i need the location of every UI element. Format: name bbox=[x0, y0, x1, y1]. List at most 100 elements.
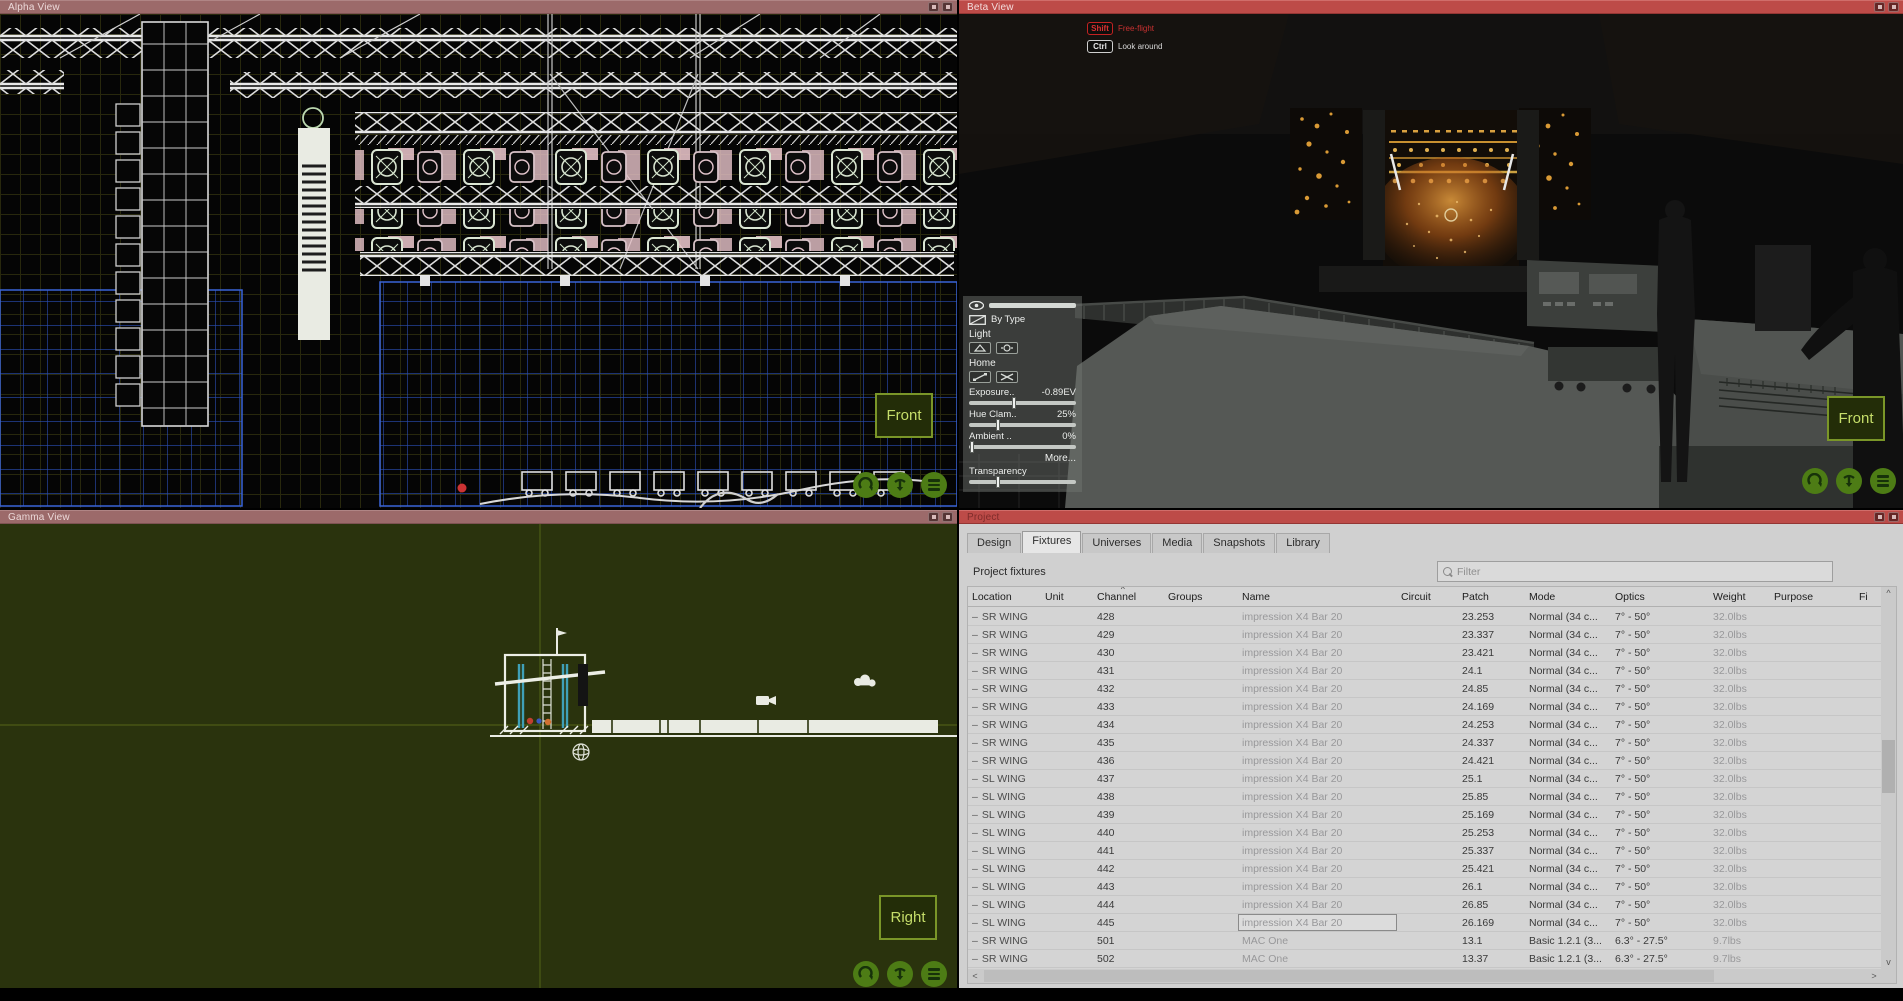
beta-menu-button[interactable] bbox=[1870, 468, 1896, 494]
horizontal-scrollbar[interactable]: < > bbox=[968, 969, 1881, 983]
ambient-slider[interactable] bbox=[969, 445, 1076, 449]
table-row[interactable]: –SR WING435impression X4 Bar 2024.337Nor… bbox=[968, 734, 1881, 752]
table-row[interactable]: –SL WING445impression X4 Bar 2026.169Nor… bbox=[968, 914, 1881, 932]
alpha-canvas[interactable]: Front bbox=[0, 14, 957, 508]
keyhint-free-flight: ShiftFree-flight bbox=[1087, 22, 1162, 35]
scroll-right-icon[interactable]: > bbox=[1867, 969, 1881, 983]
gamma-titlebar[interactable]: Gamma View bbox=[0, 510, 957, 524]
table-row[interactable]: –SL WING440impression X4 Bar 2025.253Nor… bbox=[968, 824, 1881, 842]
table-row[interactable]: –SR WING429impression X4 Bar 2023.337Nor… bbox=[968, 626, 1881, 644]
more-link[interactable]: More... bbox=[969, 453, 1076, 464]
row-collapse-dash: – bbox=[972, 629, 978, 641]
vertical-scrollbar[interactable]: ^ v bbox=[1881, 587, 1896, 969]
alpha-maximize-button[interactable] bbox=[928, 2, 939, 12]
alpha-orbit-button[interactable] bbox=[853, 472, 879, 498]
table-row[interactable]: –SR WING432impression X4 Bar 2024.85Norm… bbox=[968, 680, 1881, 698]
tab-universes[interactable]: Universes bbox=[1082, 533, 1151, 553]
gamma-canvas[interactable]: Right bbox=[0, 524, 957, 988]
alpha-close-button[interactable] bbox=[942, 2, 953, 12]
row-collapse-dash: – bbox=[972, 755, 978, 767]
beta-canvas[interactable]: ShiftFree-flightCtrlLook around By Type … bbox=[959, 14, 1903, 508]
table-row[interactable]: –SL WING442impression X4 Bar 2025.421Nor… bbox=[968, 860, 1881, 878]
beta-pan-button[interactable] bbox=[1836, 468, 1862, 494]
column-header-unit[interactable]: Unit bbox=[1041, 587, 1093, 606]
transparency-slider[interactable] bbox=[969, 480, 1076, 484]
row-collapse-dash: – bbox=[972, 953, 978, 965]
project-titlebar[interactable]: Project bbox=[959, 510, 1903, 524]
table-row[interactable]: –SR WING428impression X4 Bar 2023.253Nor… bbox=[968, 608, 1881, 626]
exposure-value: -0.89EV bbox=[1042, 387, 1076, 398]
column-header-purpose[interactable]: Purpose bbox=[1770, 587, 1855, 606]
filter-input[interactable] bbox=[1457, 566, 1827, 578]
gamma-orbit-button[interactable] bbox=[853, 961, 879, 987]
by-type-label[interactable]: By Type bbox=[991, 314, 1025, 325]
table-row[interactable]: –SR WING501MAC One13.1Basic 1.2.1 (3...6… bbox=[968, 932, 1881, 950]
table-row[interactable]: –SL WING438impression X4 Bar 2025.85Norm… bbox=[968, 788, 1881, 806]
table-row[interactable]: –SR WING433impression X4 Bar 2024.169Nor… bbox=[968, 698, 1881, 716]
beta-maximize-button[interactable] bbox=[1874, 2, 1885, 12]
row-collapse-dash: – bbox=[972, 791, 978, 803]
row-collapse-dash: – bbox=[972, 935, 978, 947]
hue-clamp-slider[interactable] bbox=[969, 423, 1076, 427]
bottom-bar bbox=[0, 988, 1903, 1001]
home-crossing-button[interactable] bbox=[996, 371, 1018, 383]
alpha-titlebar[interactable]: Alpha View bbox=[0, 0, 957, 14]
tab-snapshots[interactable]: Snapshots bbox=[1203, 533, 1275, 553]
column-header-name[interactable]: Name bbox=[1238, 587, 1397, 606]
exposure-slider[interactable] bbox=[969, 401, 1076, 405]
row-collapse-dash: – bbox=[972, 647, 978, 659]
column-header-groups[interactable]: Groups bbox=[1164, 587, 1238, 606]
table-row[interactable]: –SL WING441impression X4 Bar 2025.337Nor… bbox=[968, 842, 1881, 860]
beta-orbit-button[interactable] bbox=[1802, 468, 1828, 494]
light-halo-button[interactable] bbox=[996, 342, 1018, 354]
visibility-slider[interactable] bbox=[989, 303, 1076, 308]
vscroll-thumb[interactable] bbox=[1882, 740, 1895, 793]
table-row[interactable]: –SL WING439impression X4 Bar 2025.169Nor… bbox=[968, 806, 1881, 824]
light-beams-button[interactable] bbox=[969, 342, 991, 354]
row-collapse-dash: – bbox=[972, 683, 978, 695]
gamma-view-orientation-label: Right bbox=[879, 895, 937, 940]
home-position-button[interactable] bbox=[969, 371, 991, 383]
gamma-close-button[interactable] bbox=[942, 512, 953, 522]
beta-titlebar[interactable]: Beta View bbox=[959, 0, 1903, 14]
table-row[interactable]: –SR WING431impression X4 Bar 2024.1Norma… bbox=[968, 662, 1881, 680]
tab-library[interactable]: Library bbox=[1276, 533, 1330, 553]
gamma-pan-button[interactable] bbox=[887, 961, 913, 987]
column-header-circuit[interactable]: Circuit bbox=[1397, 587, 1458, 606]
column-header-channel[interactable]: Channel^ bbox=[1093, 587, 1164, 606]
table-row[interactable]: –SL WING443impression X4 Bar 2026.1Norma… bbox=[968, 878, 1881, 896]
table-row[interactable]: –SR WING436impression X4 Bar 2024.421Nor… bbox=[968, 752, 1881, 770]
column-header-mode[interactable]: Mode bbox=[1525, 587, 1611, 606]
tab-design[interactable]: Design bbox=[967, 533, 1021, 553]
row-collapse-dash: – bbox=[972, 809, 978, 821]
scroll-left-icon[interactable]: < bbox=[968, 969, 982, 983]
column-header-patch[interactable]: Patch bbox=[1458, 587, 1525, 606]
tab-fixtures[interactable]: Fixtures bbox=[1022, 531, 1081, 553]
filter-box bbox=[1437, 561, 1833, 582]
scroll-down-icon[interactable]: v bbox=[1881, 956, 1896, 969]
column-header-location[interactable]: Location bbox=[968, 587, 1041, 606]
table-row[interactable]: –SR WING430impression X4 Bar 2023.421Nor… bbox=[968, 644, 1881, 662]
alpha-view-orientation-label: Front bbox=[875, 393, 933, 438]
orbit-icon bbox=[858, 966, 874, 982]
alpha-pan-button[interactable] bbox=[887, 472, 913, 498]
fixtures-table-header[interactable]: LocationUnitChannel^GroupsNameCircuitPat… bbox=[968, 587, 1881, 607]
column-header-optics[interactable]: Optics bbox=[1611, 587, 1709, 606]
beta-close-button[interactable] bbox=[1888, 2, 1899, 12]
gamma-maximize-button[interactable] bbox=[928, 512, 939, 522]
gamma-menu-button[interactable] bbox=[921, 961, 947, 987]
project-close-button[interactable] bbox=[1888, 512, 1899, 522]
hue-clamp-value: 25% bbox=[1057, 409, 1076, 420]
tab-media[interactable]: Media bbox=[1152, 533, 1202, 553]
row-collapse-dash: – bbox=[972, 881, 978, 893]
table-row[interactable]: –SL WING437impression X4 Bar 2025.1Norma… bbox=[968, 770, 1881, 788]
table-row[interactable]: –SR WING434impression X4 Bar 2024.253Nor… bbox=[968, 716, 1881, 734]
table-row[interactable]: –SR WING502MAC One13.37Basic 1.2.1 (3...… bbox=[968, 950, 1881, 968]
scroll-up-icon[interactable]: ^ bbox=[1881, 587, 1896, 600]
column-header-fi[interactable]: Fi bbox=[1855, 587, 1881, 606]
alpha-menu-button[interactable] bbox=[921, 472, 947, 498]
hscroll-thumb[interactable] bbox=[984, 970, 1714, 982]
project-maximize-button[interactable] bbox=[1874, 512, 1885, 522]
column-header-weight[interactable]: Weight bbox=[1709, 587, 1770, 606]
table-row[interactable]: –SL WING444impression X4 Bar 2026.85Norm… bbox=[968, 896, 1881, 914]
